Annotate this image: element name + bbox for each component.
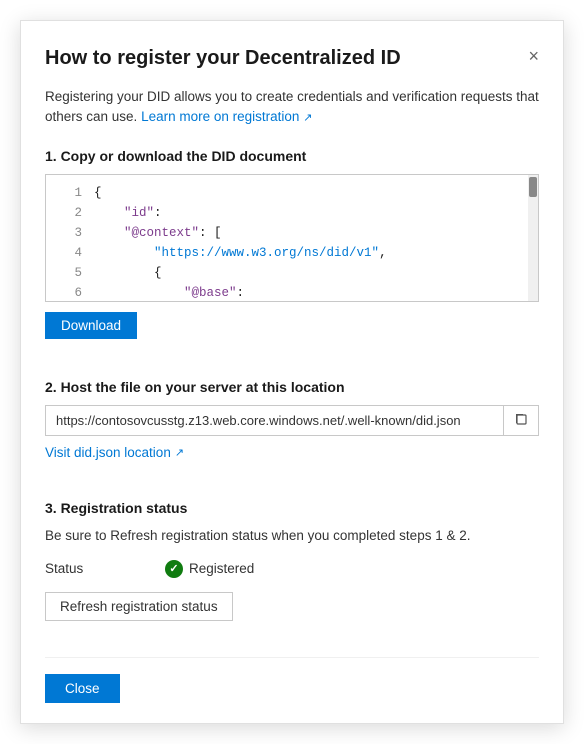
status-row: Status Registered bbox=[45, 560, 539, 578]
code-line-3: 3 "@context": [ bbox=[46, 223, 538, 243]
section1: 1. Copy or download the DID document 1 {… bbox=[45, 148, 539, 363]
scroll-indicator bbox=[528, 175, 538, 301]
status-description: Be sure to Refresh registration status w… bbox=[45, 526, 539, 546]
external-link-icon-2: ↗ bbox=[175, 446, 184, 459]
dialog-title: How to register your Decentralized ID bbox=[45, 45, 401, 71]
section3-title: 3. Registration status bbox=[45, 500, 539, 516]
dialog: How to register your Decentralized ID × … bbox=[20, 20, 564, 724]
section2-title: 2. Host the file on your server at this … bbox=[45, 379, 539, 395]
refresh-registration-button[interactable]: Refresh registration status bbox=[45, 592, 233, 621]
scroll-thumb bbox=[529, 177, 537, 197]
url-field[interactable] bbox=[46, 406, 503, 435]
copy-button[interactable] bbox=[503, 406, 538, 435]
status-label: Status bbox=[45, 561, 105, 576]
status-text: Registered bbox=[189, 561, 254, 576]
code-line-2: 2 "id": bbox=[46, 203, 538, 223]
status-value: Registered bbox=[165, 560, 254, 578]
code-line-5: 5 { bbox=[46, 263, 538, 283]
dialog-header: How to register your Decentralized ID × bbox=[45, 45, 539, 71]
url-field-row bbox=[45, 405, 539, 436]
code-line-4: 4 "https://www.w3.org/ns/did/v1", bbox=[46, 243, 538, 263]
code-line-6: 6 "@base": bbox=[46, 283, 538, 302]
section3: 3. Registration status Be sure to Refres… bbox=[45, 500, 539, 641]
download-button[interactable]: Download bbox=[45, 312, 137, 339]
registered-check-icon bbox=[165, 560, 183, 578]
copy-icon bbox=[514, 412, 528, 429]
visit-link[interactable]: Visit did.json location ↗ bbox=[45, 445, 184, 460]
section1-title: 1. Copy or download the DID document bbox=[45, 148, 539, 164]
learn-more-link[interactable]: Learn more on registration ↗ bbox=[141, 109, 312, 124]
close-icon-button[interactable]: × bbox=[528, 47, 539, 65]
dialog-footer: Close bbox=[45, 657, 539, 703]
section2: 2. Host the file on your server at this … bbox=[45, 379, 539, 484]
close-dialog-button[interactable]: Close bbox=[45, 674, 120, 703]
intro-paragraph: Registering your DID allows you to creat… bbox=[45, 87, 539, 128]
external-link-icon: ↗ bbox=[303, 112, 312, 124]
code-block: 1 { 2 "id": 3 "@context": [ 4 "https://w… bbox=[45, 174, 539, 302]
code-line-1: 1 { bbox=[46, 183, 538, 203]
